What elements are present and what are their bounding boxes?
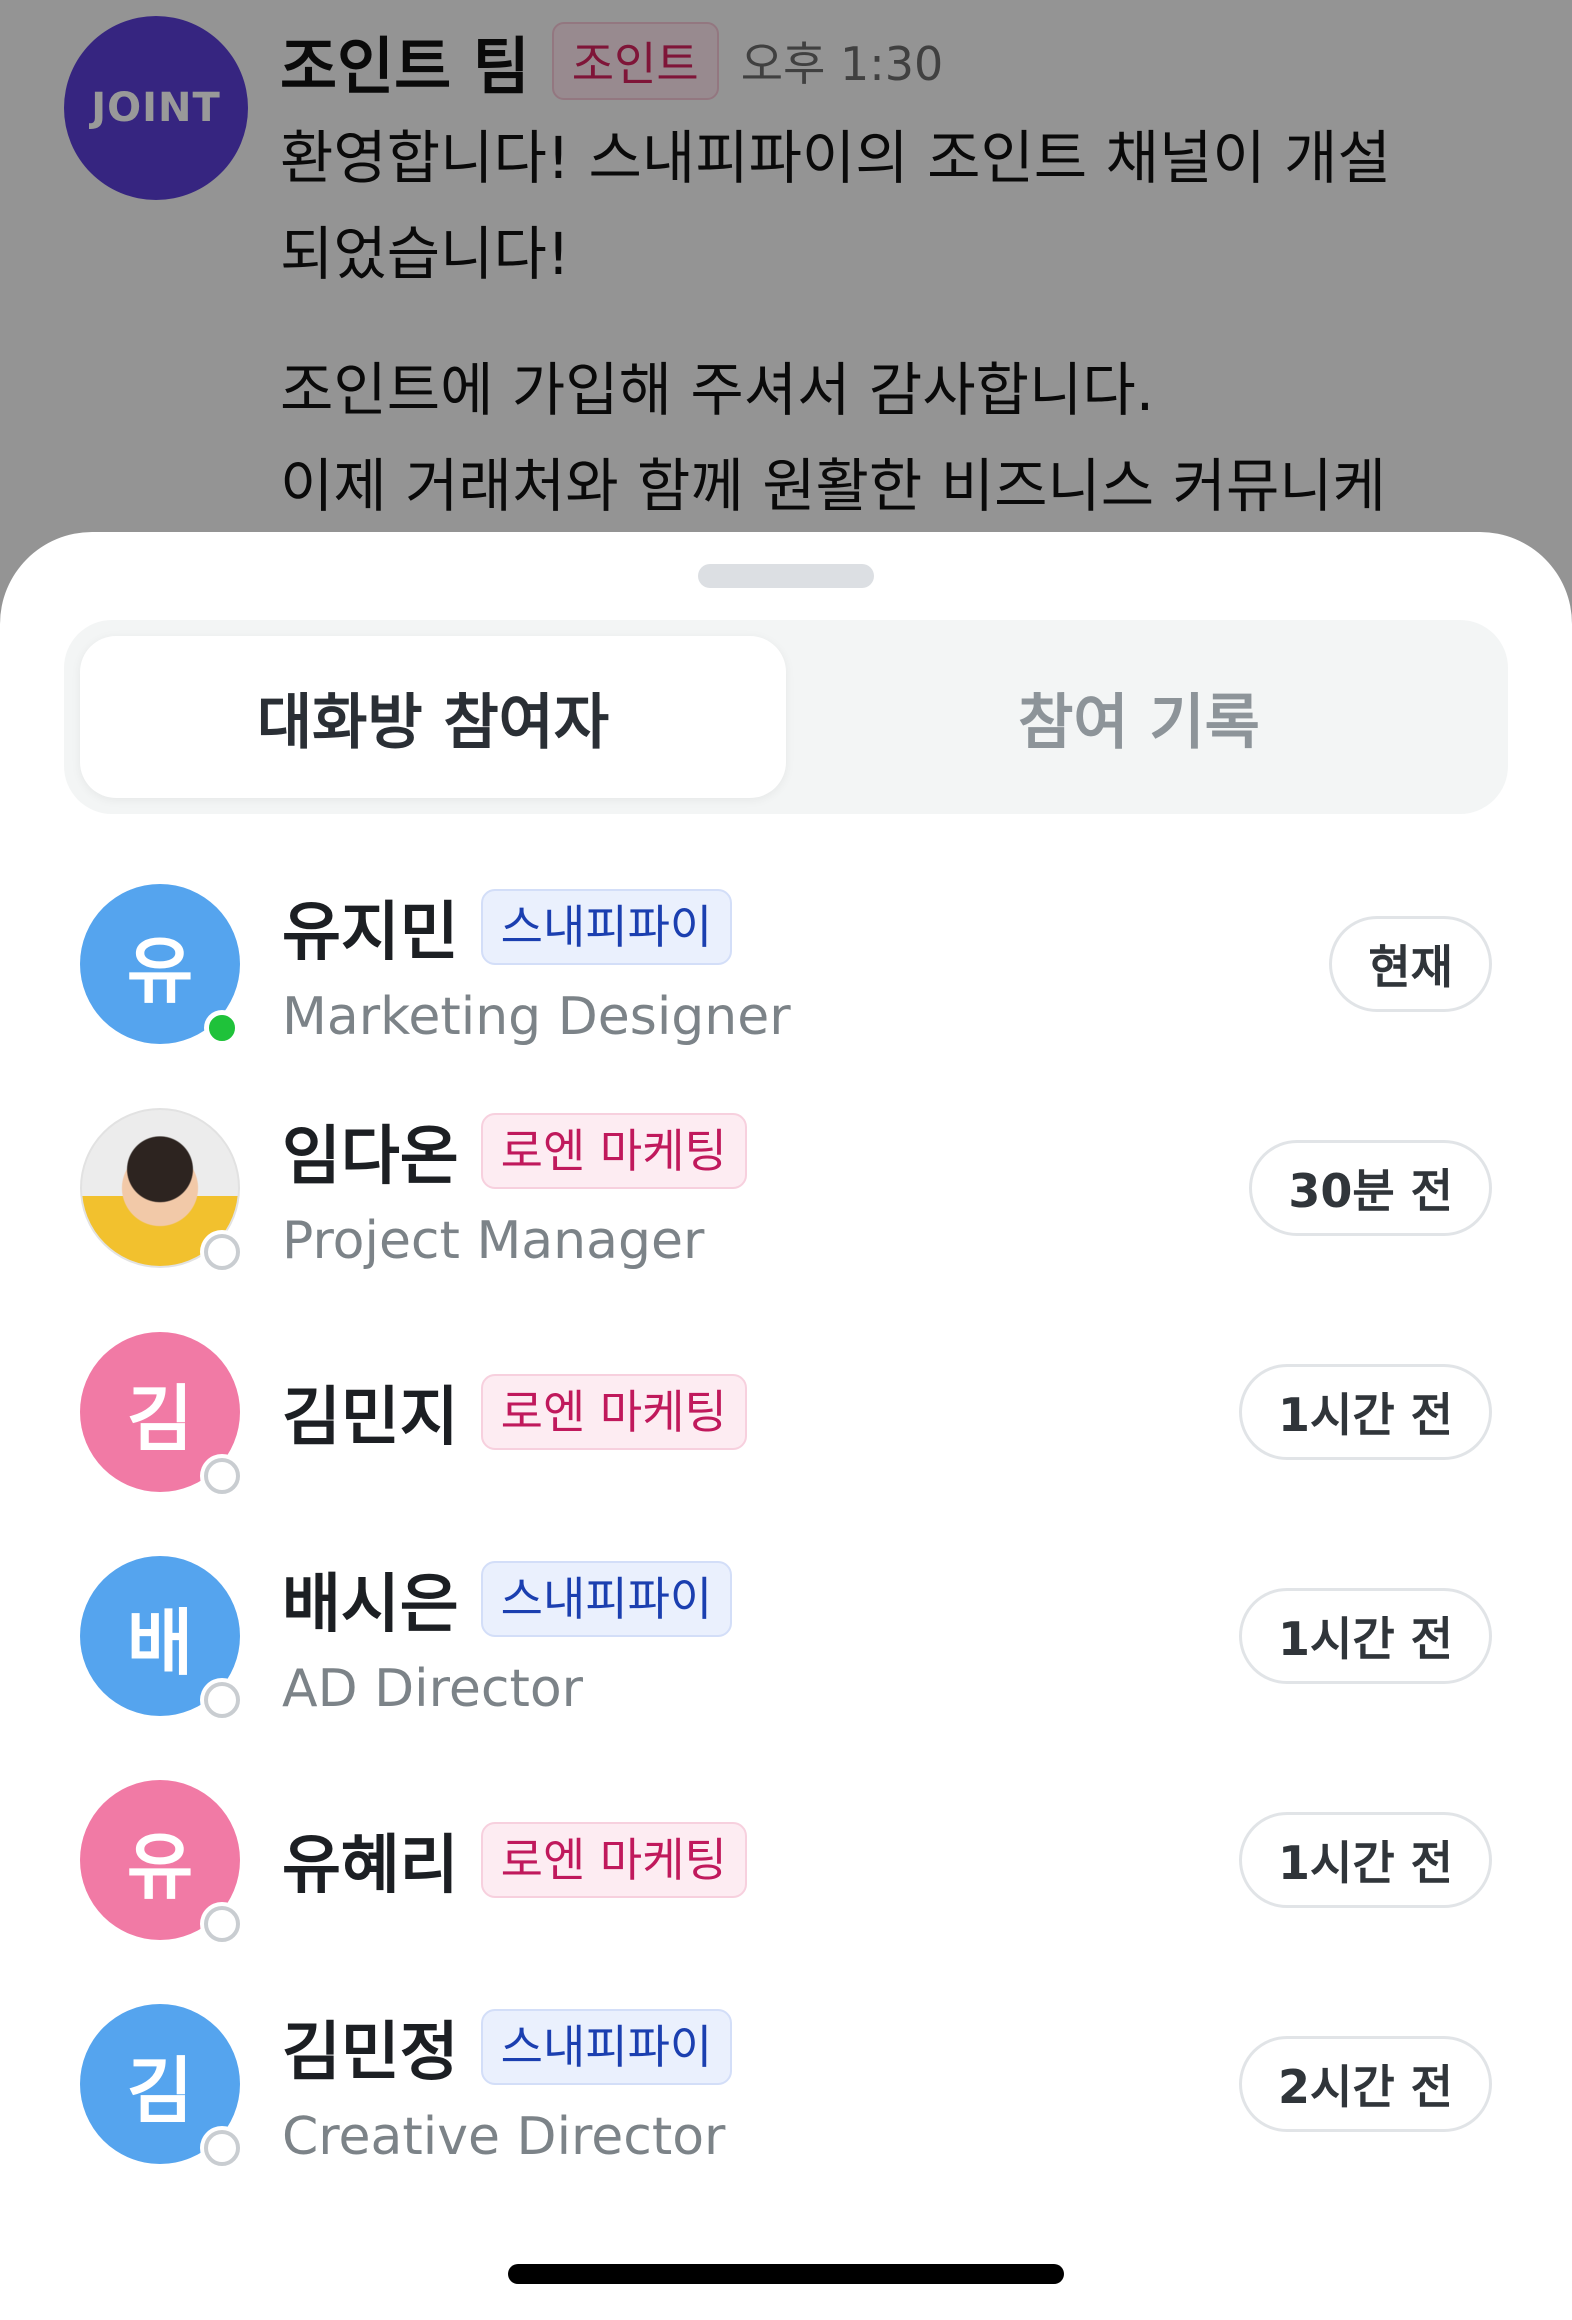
member-role: Creative Director: [282, 2107, 726, 2167]
list-item[interactable]: 배 배시은 스내피파이 AD Director 1시간 전: [0, 1524, 1572, 1748]
list-item[interactable]: 김 김민정 스내피파이 Creative Director 2시간 전: [0, 1972, 1572, 2196]
org-badge: 스내피파이: [480, 1561, 733, 1637]
offline-status-dot: [204, 1234, 240, 1270]
tab-participants[interactable]: 대화방 참여자: [80, 636, 786, 798]
org-badge: 로엔 마케팅: [480, 1822, 747, 1898]
participant-list: 유 유지민 스내피파이 Marketing Designer 현재 임다온 로엔…: [0, 852, 1572, 2196]
list-item[interactable]: 김 김민지 로엔 마케팅 1시간 전: [0, 1300, 1572, 1524]
member-name: 임다온: [282, 1120, 459, 1194]
list-item[interactable]: 유 유혜리 로엔 마케팅 1시간 전: [0, 1748, 1572, 1972]
segmented-tabs: 대화방 참여자 참여 기록: [64, 620, 1508, 814]
last-seen-badge: 1시간 전: [1239, 1588, 1492, 1684]
list-item[interactable]: 임다온 로엔 마케팅 Project Manager 30분 전: [0, 1076, 1572, 1300]
org-badge: 로엔 마케팅: [480, 1113, 747, 1189]
member-name: 김민정: [282, 2016, 459, 2090]
member-name: 유혜리: [282, 1829, 459, 1903]
member-role: AD Director: [282, 1659, 584, 1719]
home-indicator[interactable]: [508, 2264, 1064, 2284]
sheet-grabber[interactable]: [698, 564, 874, 588]
org-badge: 로엔 마케팅: [480, 1374, 747, 1450]
last-seen-badge: 1시간 전: [1239, 1812, 1492, 1908]
last-seen-badge: 1시간 전: [1239, 1364, 1492, 1460]
last-seen-badge: 현재: [1329, 916, 1492, 1012]
member-name: 유지민: [282, 896, 459, 970]
member-role: Project Manager: [282, 1211, 705, 1271]
last-seen-badge: 2시간 전: [1239, 2036, 1492, 2132]
offline-status-dot: [204, 1682, 240, 1718]
offline-status-dot: [204, 1906, 240, 1942]
dim-overlay[interactable]: [0, 0, 1572, 620]
list-item[interactable]: 유 유지민 스내피파이 Marketing Designer 현재: [0, 852, 1572, 1076]
org-badge: 스내피파이: [480, 2009, 733, 2085]
online-status-dot: [204, 1010, 240, 1046]
last-seen-badge: 30분 전: [1249, 1140, 1492, 1236]
offline-status-dot: [204, 2130, 240, 2166]
offline-status-dot: [204, 1458, 240, 1494]
org-badge: 스내피파이: [480, 889, 733, 965]
member-name: 김민지: [282, 1381, 459, 1455]
participants-bottom-sheet: 대화방 참여자 참여 기록 유 유지민 스내피파이 Marketing Desi…: [0, 532, 1572, 2320]
tab-history[interactable]: 참여 기록: [786, 636, 1492, 798]
member-name: 배시은: [282, 1568, 459, 1642]
member-role: Marketing Designer: [282, 987, 791, 1047]
